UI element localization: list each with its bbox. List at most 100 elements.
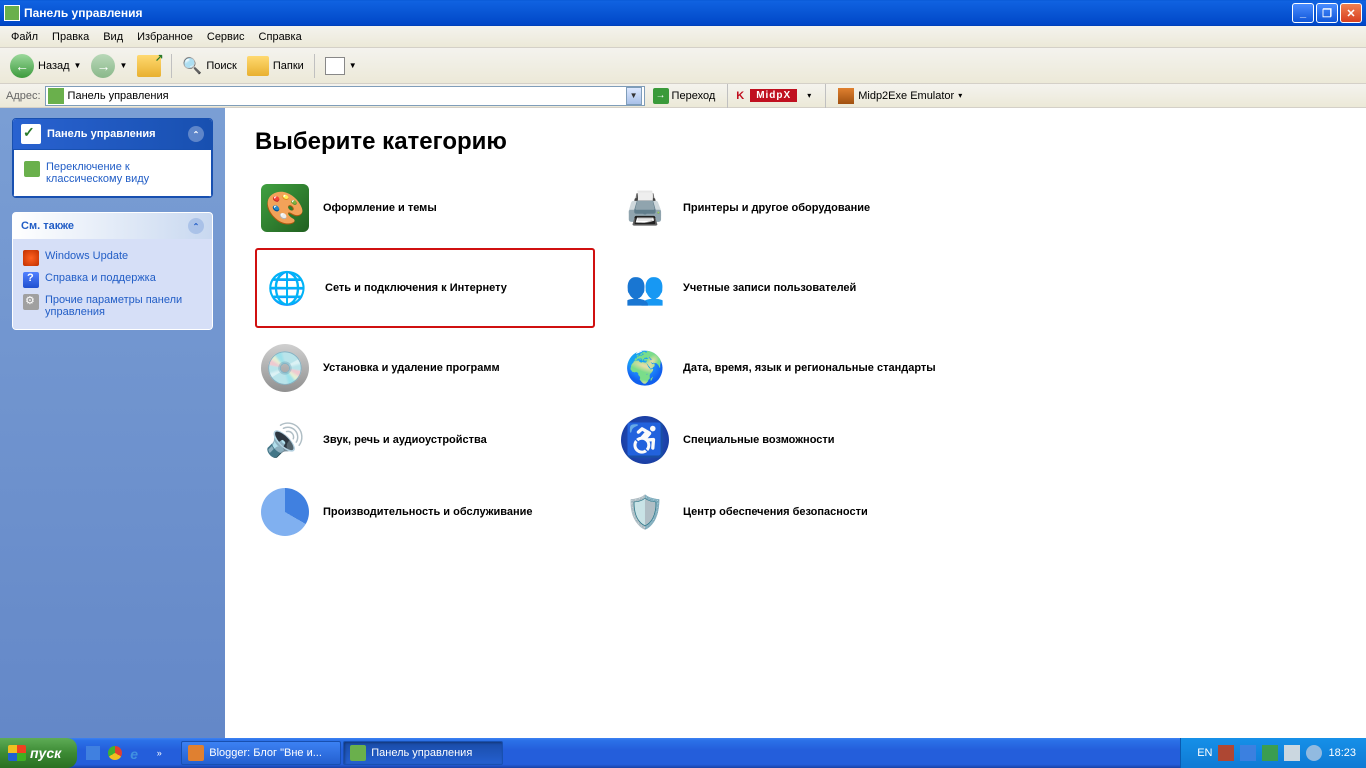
address-dropdown-button[interactable]: ▼ bbox=[626, 87, 642, 105]
category-network[interactable]: Сеть и подключения к Интернету bbox=[255, 248, 595, 328]
address-input[interactable]: Панель управления ▼ bbox=[45, 86, 645, 106]
chevron-down-icon: ▼ bbox=[74, 61, 82, 70]
opera-icon bbox=[188, 745, 204, 761]
accessibility-icon: ♿ bbox=[621, 416, 669, 464]
users-icon bbox=[621, 264, 669, 312]
appearance-icon: 🎨 bbox=[261, 184, 309, 232]
category-users[interactable]: Учетные записи пользователей bbox=[615, 248, 955, 328]
quick-launch: e » bbox=[83, 742, 169, 764]
ql-chrome[interactable] bbox=[105, 742, 125, 764]
help-icon bbox=[23, 272, 39, 288]
start-button[interactable]: пуск bbox=[0, 738, 77, 768]
date-time-icon bbox=[621, 344, 669, 392]
views-icon bbox=[325, 57, 345, 75]
kaspersky-button[interactable]: MidpX bbox=[750, 89, 797, 102]
folder-icon bbox=[247, 56, 269, 76]
gear-icon bbox=[23, 294, 39, 310]
ie-icon: e bbox=[130, 746, 144, 760]
toolbar-separator bbox=[825, 84, 826, 108]
menu-help[interactable]: Справка bbox=[252, 29, 309, 45]
address-label: Адрес: bbox=[6, 90, 41, 102]
views-button[interactable]: ▼ bbox=[321, 55, 361, 77]
menubar: Файл Правка Вид Избранное Сервис Справка bbox=[0, 26, 1366, 48]
sidebar-item-help[interactable]: Справка и поддержка bbox=[23, 269, 202, 291]
minimize-button[interactable]: _ bbox=[1292, 3, 1314, 23]
folder-up-button[interactable] bbox=[133, 53, 165, 79]
category-appearance[interactable]: 🎨Оформление и темы bbox=[255, 176, 595, 240]
ql-show-desktop[interactable] bbox=[83, 742, 103, 764]
menu-tools[interactable]: Сервис bbox=[200, 29, 252, 45]
toolbar: ← Назад ▼ → ▼ Поиск Папки ▼ bbox=[0, 48, 1366, 84]
folders-button[interactable]: Папки bbox=[243, 54, 308, 78]
task-item-control-panel[interactable]: Панель управления bbox=[343, 741, 503, 765]
category-label: Принтеры и другое оборудование bbox=[683, 202, 870, 214]
menu-favorites[interactable]: Избранное bbox=[130, 29, 200, 45]
collapse-icon: ⌃ bbox=[188, 218, 204, 234]
category-date[interactable]: Дата, время, язык и региональные стандар… bbox=[615, 336, 955, 400]
category-label: Центр обеспечения безопасности bbox=[683, 506, 868, 518]
category-printers[interactable]: 🖨️ Принтеры и другое оборудование bbox=[615, 176, 955, 240]
addressbar: Адрес: Панель управления ▼ → Переход K M… bbox=[0, 84, 1366, 108]
sidebar-panel-seealso: См. также ⌃ Windows Update Справка и под… bbox=[12, 212, 213, 330]
category-sound[interactable]: Звук, речь и аудиоустройства bbox=[255, 408, 595, 472]
programs-icon: 💿 bbox=[261, 344, 309, 392]
toolbar-separator bbox=[727, 84, 728, 108]
desktop-icon bbox=[86, 746, 100, 760]
window-icon bbox=[4, 5, 20, 21]
forward-button[interactable]: → ▼ bbox=[87, 52, 131, 80]
menu-view[interactable]: Вид bbox=[96, 29, 130, 45]
menu-edit[interactable]: Правка bbox=[45, 29, 96, 45]
category-label: Учетные записи пользователей bbox=[683, 282, 856, 294]
category-label: Дата, время, язык и региональные стандар… bbox=[683, 362, 936, 374]
system-tray: EN 18:23 bbox=[1180, 738, 1366, 768]
titlebar: Панель управления _ ❐ ✕ bbox=[0, 0, 1366, 26]
sidebar-header-seealso[interactable]: См. также ⌃ bbox=[13, 213, 212, 239]
language-indicator[interactable]: EN bbox=[1197, 747, 1212, 759]
category-label: Установка и удаление программ bbox=[323, 362, 500, 374]
ql-more[interactable]: » bbox=[149, 742, 169, 764]
sidebar-item-other-options[interactable]: Прочие параметры панели управления bbox=[23, 291, 202, 321]
go-arrow-icon: → bbox=[653, 88, 669, 104]
kaspersky-k-icon: K bbox=[736, 90, 744, 102]
windows-update-icon bbox=[23, 250, 39, 266]
window-title: Панель управления bbox=[24, 6, 1292, 20]
chevron-down-icon: ▼ bbox=[119, 61, 127, 70]
search-button[interactable]: Поиск bbox=[178, 54, 240, 78]
tray-icon-2[interactable] bbox=[1240, 745, 1256, 761]
collapse-icon: ⌃ bbox=[188, 126, 204, 142]
clock[interactable]: 18:23 bbox=[1328, 747, 1356, 759]
chrome-icon bbox=[108, 746, 122, 760]
sidebar-panel-control: Панель управления ⌃ Переключение к класс… bbox=[12, 118, 213, 198]
chevron-down-icon: ▾ bbox=[958, 91, 962, 100]
menu-file[interactable]: Файл bbox=[4, 29, 45, 45]
maximize-button[interactable]: ❐ bbox=[1316, 3, 1338, 23]
task-item-blogger[interactable]: Blogger: Блог "Вне и... bbox=[181, 741, 341, 765]
toolbar-separator bbox=[314, 54, 315, 78]
tray-icon-3[interactable] bbox=[1262, 745, 1278, 761]
category-security[interactable]: Центр обеспечения безопасности bbox=[615, 480, 955, 544]
printer-icon: 🖨️ bbox=[621, 184, 669, 232]
forward-arrow-icon: → bbox=[91, 54, 115, 78]
tray-icon-network[interactable] bbox=[1284, 745, 1300, 761]
back-arrow-icon: ← bbox=[10, 54, 34, 78]
tray-icon-1[interactable] bbox=[1218, 745, 1234, 761]
category-label: Звук, речь и аудиоустройства bbox=[323, 434, 487, 446]
chevron-down-icon: ▼ bbox=[349, 61, 357, 70]
category-perf[interactable]: Производительность и обслуживание bbox=[255, 480, 595, 544]
sidebar: Панель управления ⌃ Переключение к класс… bbox=[0, 108, 225, 738]
chevron-down-icon: ▾ bbox=[807, 91, 811, 100]
category-label: Специальные возможности bbox=[683, 434, 835, 446]
control-panel-icon bbox=[48, 88, 64, 104]
tray-icon-volume[interactable] bbox=[1306, 745, 1322, 761]
sidebar-item-windows-update[interactable]: Windows Update bbox=[23, 247, 202, 269]
category-programs[interactable]: 💿 Установка и удаление программ bbox=[255, 336, 595, 400]
ql-ie[interactable]: e bbox=[127, 742, 147, 764]
midpx-emulator-button[interactable]: Midp2Exe Emulator ▾ bbox=[834, 87, 966, 105]
go-button[interactable]: → Переход bbox=[649, 87, 720, 105]
sidebar-item-classic-view[interactable]: Переключение к классическому виду bbox=[24, 158, 201, 188]
category-access[interactable]: ♿ Специальные возможности bbox=[615, 408, 955, 472]
close-button[interactable]: ✕ bbox=[1340, 3, 1362, 23]
back-button[interactable]: ← Назад ▼ bbox=[6, 52, 85, 80]
sidebar-header-control[interactable]: Панель управления ⌃ bbox=[13, 119, 212, 149]
category-label: Производительность и обслуживание bbox=[323, 506, 533, 518]
